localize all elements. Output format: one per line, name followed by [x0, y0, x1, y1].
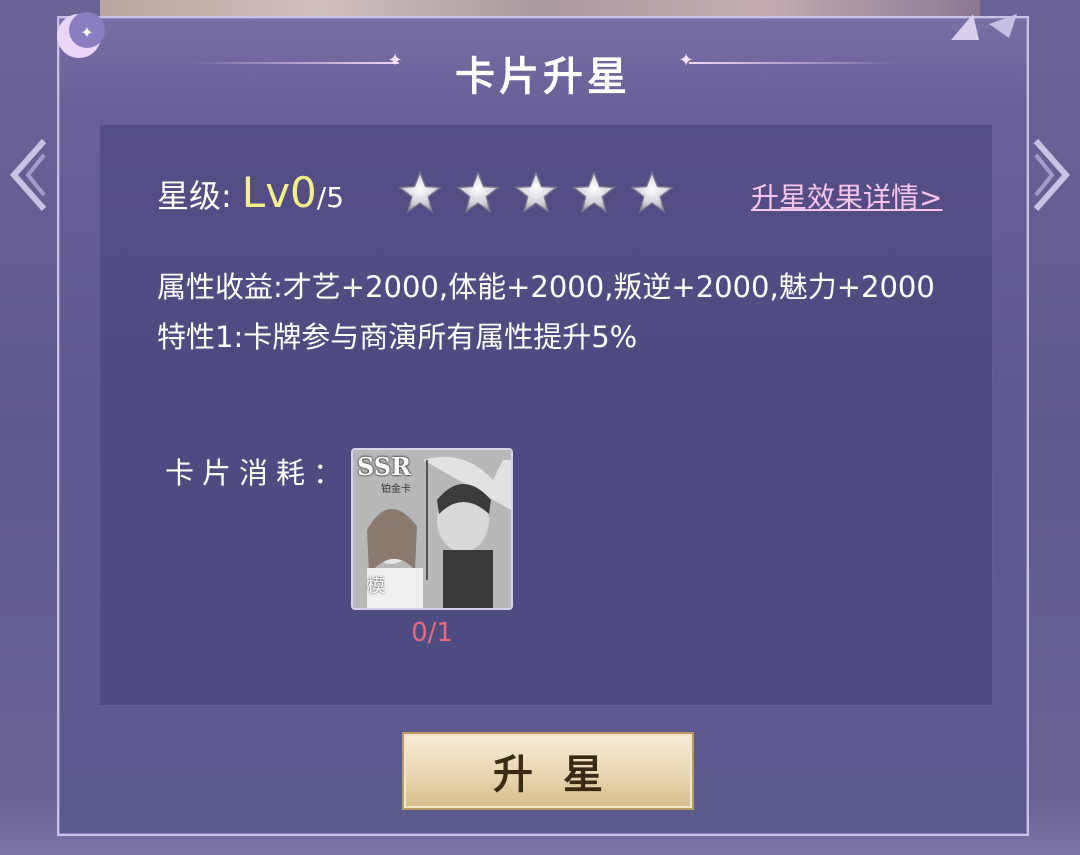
corner-decoration-icon	[951, 14, 1017, 40]
star-icon	[513, 170, 559, 214]
left-arrow-icon[interactable]	[8, 135, 48, 215]
svg-text:✦: ✦	[80, 23, 93, 42]
star-rating	[397, 170, 675, 216]
star-level-max: /5	[316, 181, 345, 214]
star-icon	[629, 170, 675, 214]
star-level-value: Lv0	[241, 168, 317, 217]
dialog-title: 卡片升星	[455, 54, 631, 100]
card-type-label: 铂金卡	[381, 484, 411, 495]
card-rarity-badge: SSR	[357, 452, 412, 481]
attribute-bonus-text: 属性收益:才艺+2000,体能+2000,叛逆+2000,魅力+2000	[157, 270, 935, 304]
star-up-button-label: 升星	[493, 752, 633, 798]
card-consume-label: 卡片消耗：	[165, 456, 351, 490]
card-consume-count: 0/1	[411, 618, 453, 648]
right-arrow-icon[interactable]	[1032, 135, 1072, 215]
star-icon	[397, 170, 443, 214]
trait-text: 特性1:卡牌参与商演所有属性提升5%	[157, 320, 638, 354]
sparkle-icon: ✦	[678, 50, 694, 71]
card-star-up-dialog: ✦ ✦ 卡片升星 ✦ 星级: Lv0 /5 升星效果详情> 属性收益:才艺+20…	[57, 12, 1029, 836]
star-effect-detail-link[interactable]: 升星效果详情>	[751, 176, 942, 216]
star-level-row: 星级: Lv0 /5	[157, 168, 345, 217]
card-mark-label: 模	[367, 576, 385, 597]
star-icon	[571, 170, 617, 214]
title-divider-right	[689, 62, 899, 64]
star-level-label: 星级:	[157, 177, 232, 215]
star-icon	[455, 170, 501, 214]
content-panel: 星级: Lv0 /5 升星效果详情> 属性收益:才艺+2000,体能+2000,…	[99, 124, 993, 706]
star-up-button[interactable]: 升星	[402, 732, 694, 810]
consume-card-thumbnail[interactable]: SSR 铂金卡 模	[351, 448, 513, 610]
